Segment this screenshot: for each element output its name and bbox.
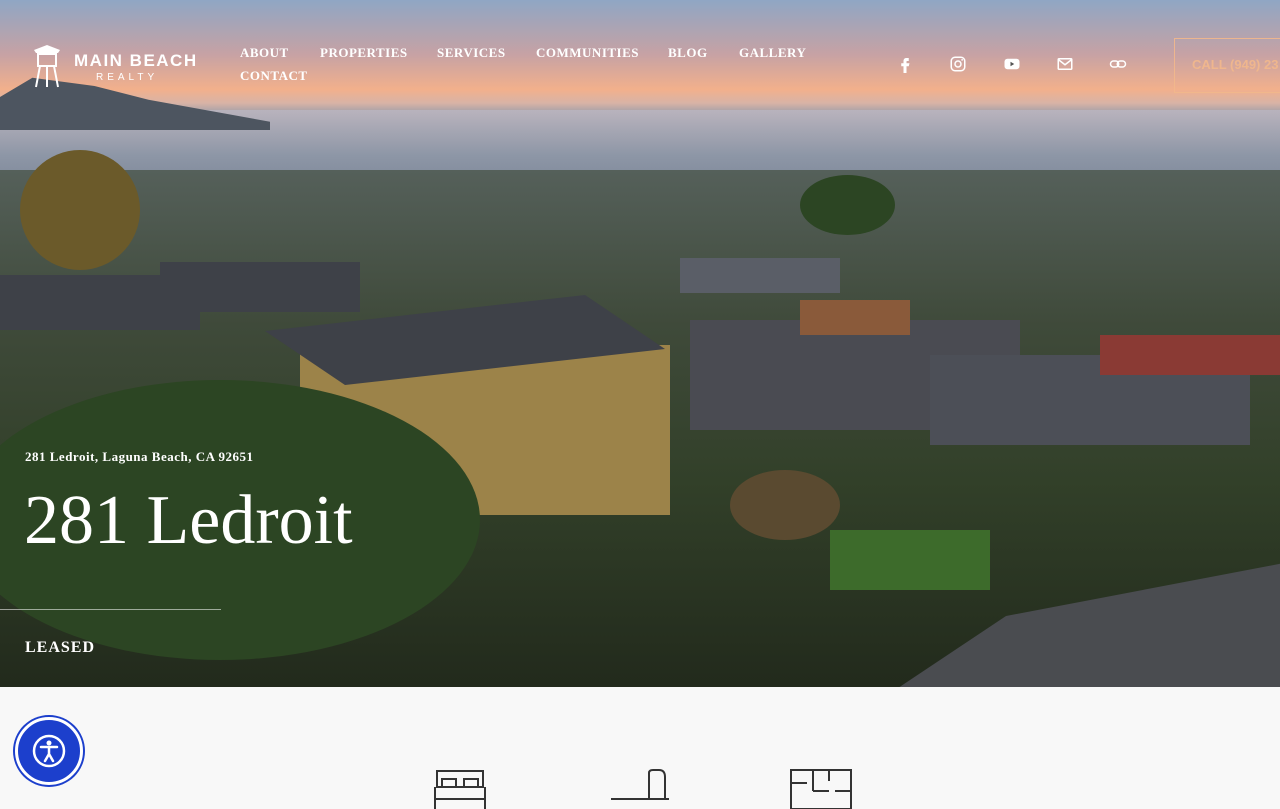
tree (20, 150, 140, 270)
bath-icon (611, 769, 669, 800)
youtube-icon[interactable] (1003, 55, 1023, 75)
property-address: 281 Ledroit, Laguna Beach, CA 92651 (25, 449, 254, 464)
link-icon[interactable] (1109, 55, 1129, 75)
lawn (830, 530, 990, 590)
accessibility-button[interactable] (15, 717, 83, 785)
nav-blog[interactable]: BLOG (668, 45, 708, 61)
brand-subtitle: REALTY (96, 72, 159, 83)
call-button[interactable]: CALL (949) 23 (1174, 38, 1280, 93)
roof (1100, 335, 1280, 375)
facebook-icon[interactable] (896, 55, 916, 75)
nav-contact[interactable]: CONTACT (240, 68, 308, 84)
instagram-icon[interactable] (949, 55, 969, 75)
site-header: MAIN BEACH REALTY ABOUT PROPERTIES SERVI… (0, 0, 1280, 110)
floorplan-icon (790, 769, 852, 809)
divider (0, 609, 221, 610)
brand-logo[interactable]: MAIN BEACH REALTY (30, 44, 200, 90)
status-badge: LEASED (25, 639, 96, 656)
roof (160, 262, 360, 312)
tree (730, 470, 840, 540)
nav-communities[interactable]: COMMUNITIES (536, 45, 639, 61)
accessibility-icon (32, 734, 66, 768)
nav-services[interactable]: SERVICES (437, 45, 506, 61)
nav-about[interactable]: ABOUT (240, 45, 289, 61)
bed-icon (434, 770, 486, 809)
property-title: 281 Ledroit (24, 482, 353, 559)
brand-name: MAIN BEACH (74, 51, 198, 70)
nav-properties[interactable]: PROPERTIES (320, 45, 408, 61)
roof (800, 300, 910, 335)
email-icon[interactable] (1056, 55, 1076, 75)
roof (680, 258, 840, 293)
nav-gallery[interactable]: GALLERY (739, 45, 806, 61)
lifeguard-tower-icon (34, 45, 60, 88)
tree (800, 175, 895, 235)
